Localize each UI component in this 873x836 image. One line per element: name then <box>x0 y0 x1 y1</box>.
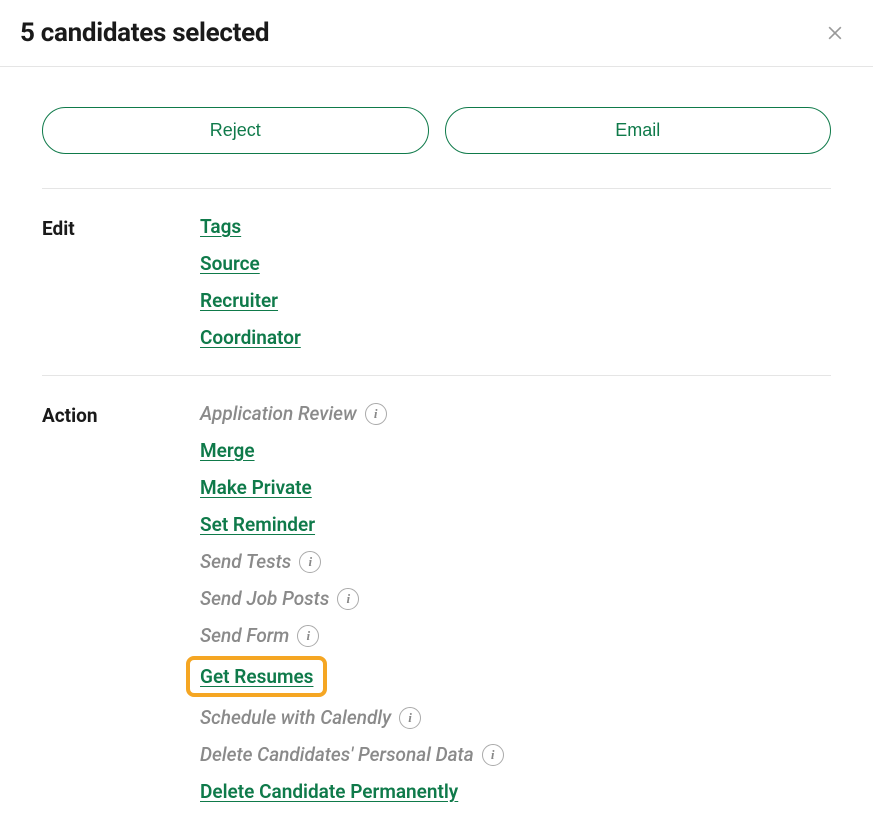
edit-recruiter-link[interactable]: Recruiter <box>200 289 278 312</box>
action-delete-personal-data-label: Delete Candidates' Personal Data <box>200 743 474 766</box>
info-icon[interactable]: i <box>365 403 387 425</box>
action-send-tests-item: Send Tests i <box>200 550 831 573</box>
info-icon[interactable]: i <box>482 744 504 766</box>
action-delete-permanently-item: Delete Candidate Permanently <box>200 780 831 803</box>
edit-coordinator-item: Coordinator <box>200 326 831 349</box>
action-schedule-calendly-label: Schedule with Calendly <box>200 706 391 729</box>
action-merge-item: Merge <box>200 439 831 462</box>
action-section-label: Action <box>42 402 200 803</box>
action-send-job-posts-item: Send Job Posts i <box>200 587 831 610</box>
modal-title: 5 candidates selected <box>20 18 269 48</box>
action-delete-personal-data-item: Delete Candidates' Personal Data i <box>200 743 831 766</box>
action-application-review-label: Application Review <box>200 402 357 425</box>
action-get-resumes-link[interactable]: Get Resumes <box>200 665 313 688</box>
edit-source-item: Source <box>200 252 831 275</box>
action-send-form-label: Send Form <box>200 624 289 647</box>
action-delete-permanently-link[interactable]: Delete Candidate Permanently <box>200 780 458 803</box>
action-set-reminder-link[interactable]: Set Reminder <box>200 513 315 536</box>
action-application-review-item: Application Review i <box>200 402 831 425</box>
action-get-resumes-item: Get Resumes <box>200 661 831 692</box>
divider <box>42 375 831 376</box>
action-make-private-item: Make Private <box>200 476 831 499</box>
edit-tags-link[interactable]: Tags <box>200 215 241 238</box>
action-section: Action Application Review i Merge Make P… <box>42 402 831 803</box>
edit-section: Edit Tags Source Recruiter Coordinator <box>42 215 831 349</box>
info-icon[interactable]: i <box>297 625 319 647</box>
edit-coordinator-link[interactable]: Coordinator <box>200 326 301 349</box>
edit-tags-item: Tags <box>200 215 831 238</box>
info-icon[interactable]: i <box>337 588 359 610</box>
action-make-private-link[interactable]: Make Private <box>200 476 312 499</box>
close-button[interactable] <box>821 19 849 47</box>
action-send-form-item: Send Form i <box>200 624 831 647</box>
edit-recruiter-item: Recruiter <box>200 289 831 312</box>
divider <box>42 188 831 189</box>
edit-section-label: Edit <box>42 215 200 349</box>
action-merge-link[interactable]: Merge <box>200 439 255 462</box>
modal-body: Reject Email Edit Tags Source Recruiter … <box>0 67 873 833</box>
edit-section-items: Tags Source Recruiter Coordinator <box>200 215 831 349</box>
reject-button[interactable]: Reject <box>42 107 429 154</box>
info-icon[interactable]: i <box>399 707 421 729</box>
highlight-box: Get Resumes <box>186 656 327 697</box>
action-set-reminder-item: Set Reminder <box>200 513 831 536</box>
info-icon[interactable]: i <box>299 551 321 573</box>
modal-header: 5 candidates selected <box>0 0 873 67</box>
action-send-tests-label: Send Tests <box>200 550 291 573</box>
action-section-items: Application Review i Merge Make Private … <box>200 402 831 803</box>
close-icon <box>825 23 845 43</box>
email-button[interactable]: Email <box>445 107 832 154</box>
action-schedule-calendly-item: Schedule with Calendly i <box>200 706 831 729</box>
button-row: Reject Email <box>42 107 831 154</box>
action-send-job-posts-label: Send Job Posts <box>200 587 329 610</box>
edit-source-link[interactable]: Source <box>200 252 260 275</box>
